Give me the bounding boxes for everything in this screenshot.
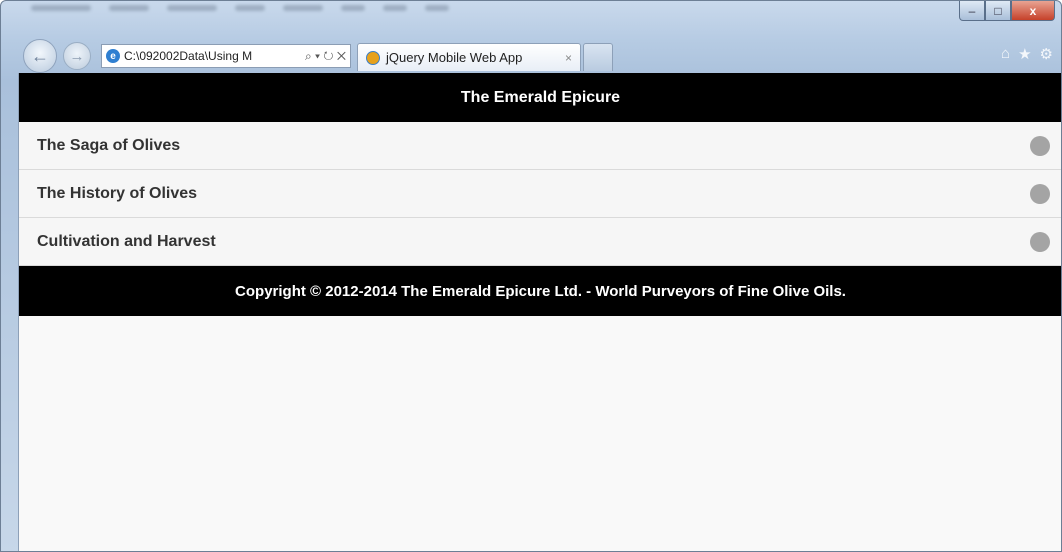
minimize-button[interactable]: – (959, 1, 985, 21)
arrow-circle-icon (1030, 135, 1050, 156)
arrow-circle-icon (1030, 183, 1050, 204)
browser-window: – □ x ← → e C:\092002Data\Using M ⌕ ▾ ↻ … (0, 0, 1062, 552)
maximize-button[interactable]: □ (985, 1, 1011, 21)
browser-tools: ⌂ ★ ⚙ (1001, 45, 1053, 63)
list-item-saga-of-olives[interactable]: The Saga of Olives (19, 122, 1061, 170)
address-url[interactable]: C:\092002Data\Using M (124, 49, 305, 63)
forward-button[interactable]: → (63, 42, 91, 70)
home-icon[interactable]: ⌂ (1001, 45, 1010, 63)
copyright-text: Copyright © 2012-2014 The Emerald Epicur… (235, 282, 846, 300)
address-bar[interactable]: e C:\092002Data\Using M ⌕ ▾ ↻ ✕ (101, 44, 351, 68)
empty-page-area (19, 316, 1061, 551)
favorites-star-icon[interactable]: ★ (1018, 45, 1031, 63)
back-arrow-icon: ← (31, 45, 49, 66)
tab-jquery-mobile-web-app[interactable]: jQuery Mobile Web App × (357, 43, 581, 71)
list-item-history-of-olives[interactable]: The History of Olives (19, 170, 1061, 218)
new-tab-button[interactable] (583, 43, 613, 71)
page-content: The Emerald Epicure The Saga of Olives T… (18, 73, 1061, 551)
ie-page-icon: e (106, 49, 120, 63)
list-item-label: The History of Olives (37, 184, 198, 202)
close-window-button[interactable]: x (1011, 1, 1055, 21)
page-header: The Emerald Epicure (19, 73, 1061, 122)
back-button[interactable]: ← (23, 39, 57, 73)
arrow-circle-icon (1030, 231, 1050, 252)
ie-tab-icon (366, 50, 380, 65)
close-tab-icon[interactable]: × (565, 51, 572, 65)
forward-arrow-icon: → (69, 47, 85, 65)
list-item-cultivation-and-harvest[interactable]: Cultivation and Harvest (19, 218, 1061, 266)
settings-gear-icon[interactable]: ⚙ (1040, 45, 1053, 63)
tab-title: jQuery Mobile Web App (386, 50, 523, 65)
list-item-label: Cultivation and Harvest (37, 232, 216, 250)
window-controls: – □ x (959, 1, 1055, 21)
page-footer: Copyright © 2012-2014 The Emerald Epicur… (19, 266, 1061, 316)
window-title-bar[interactable]: – □ x (1, 1, 1061, 41)
blurred-menu-bar (31, 5, 449, 11)
list-item-label: The Saga of Olives (37, 136, 181, 154)
address-controls[interactable]: ⌕ ▾ ↻ ✕ (305, 49, 346, 64)
page-title: The Emerald Epicure (460, 88, 621, 106)
